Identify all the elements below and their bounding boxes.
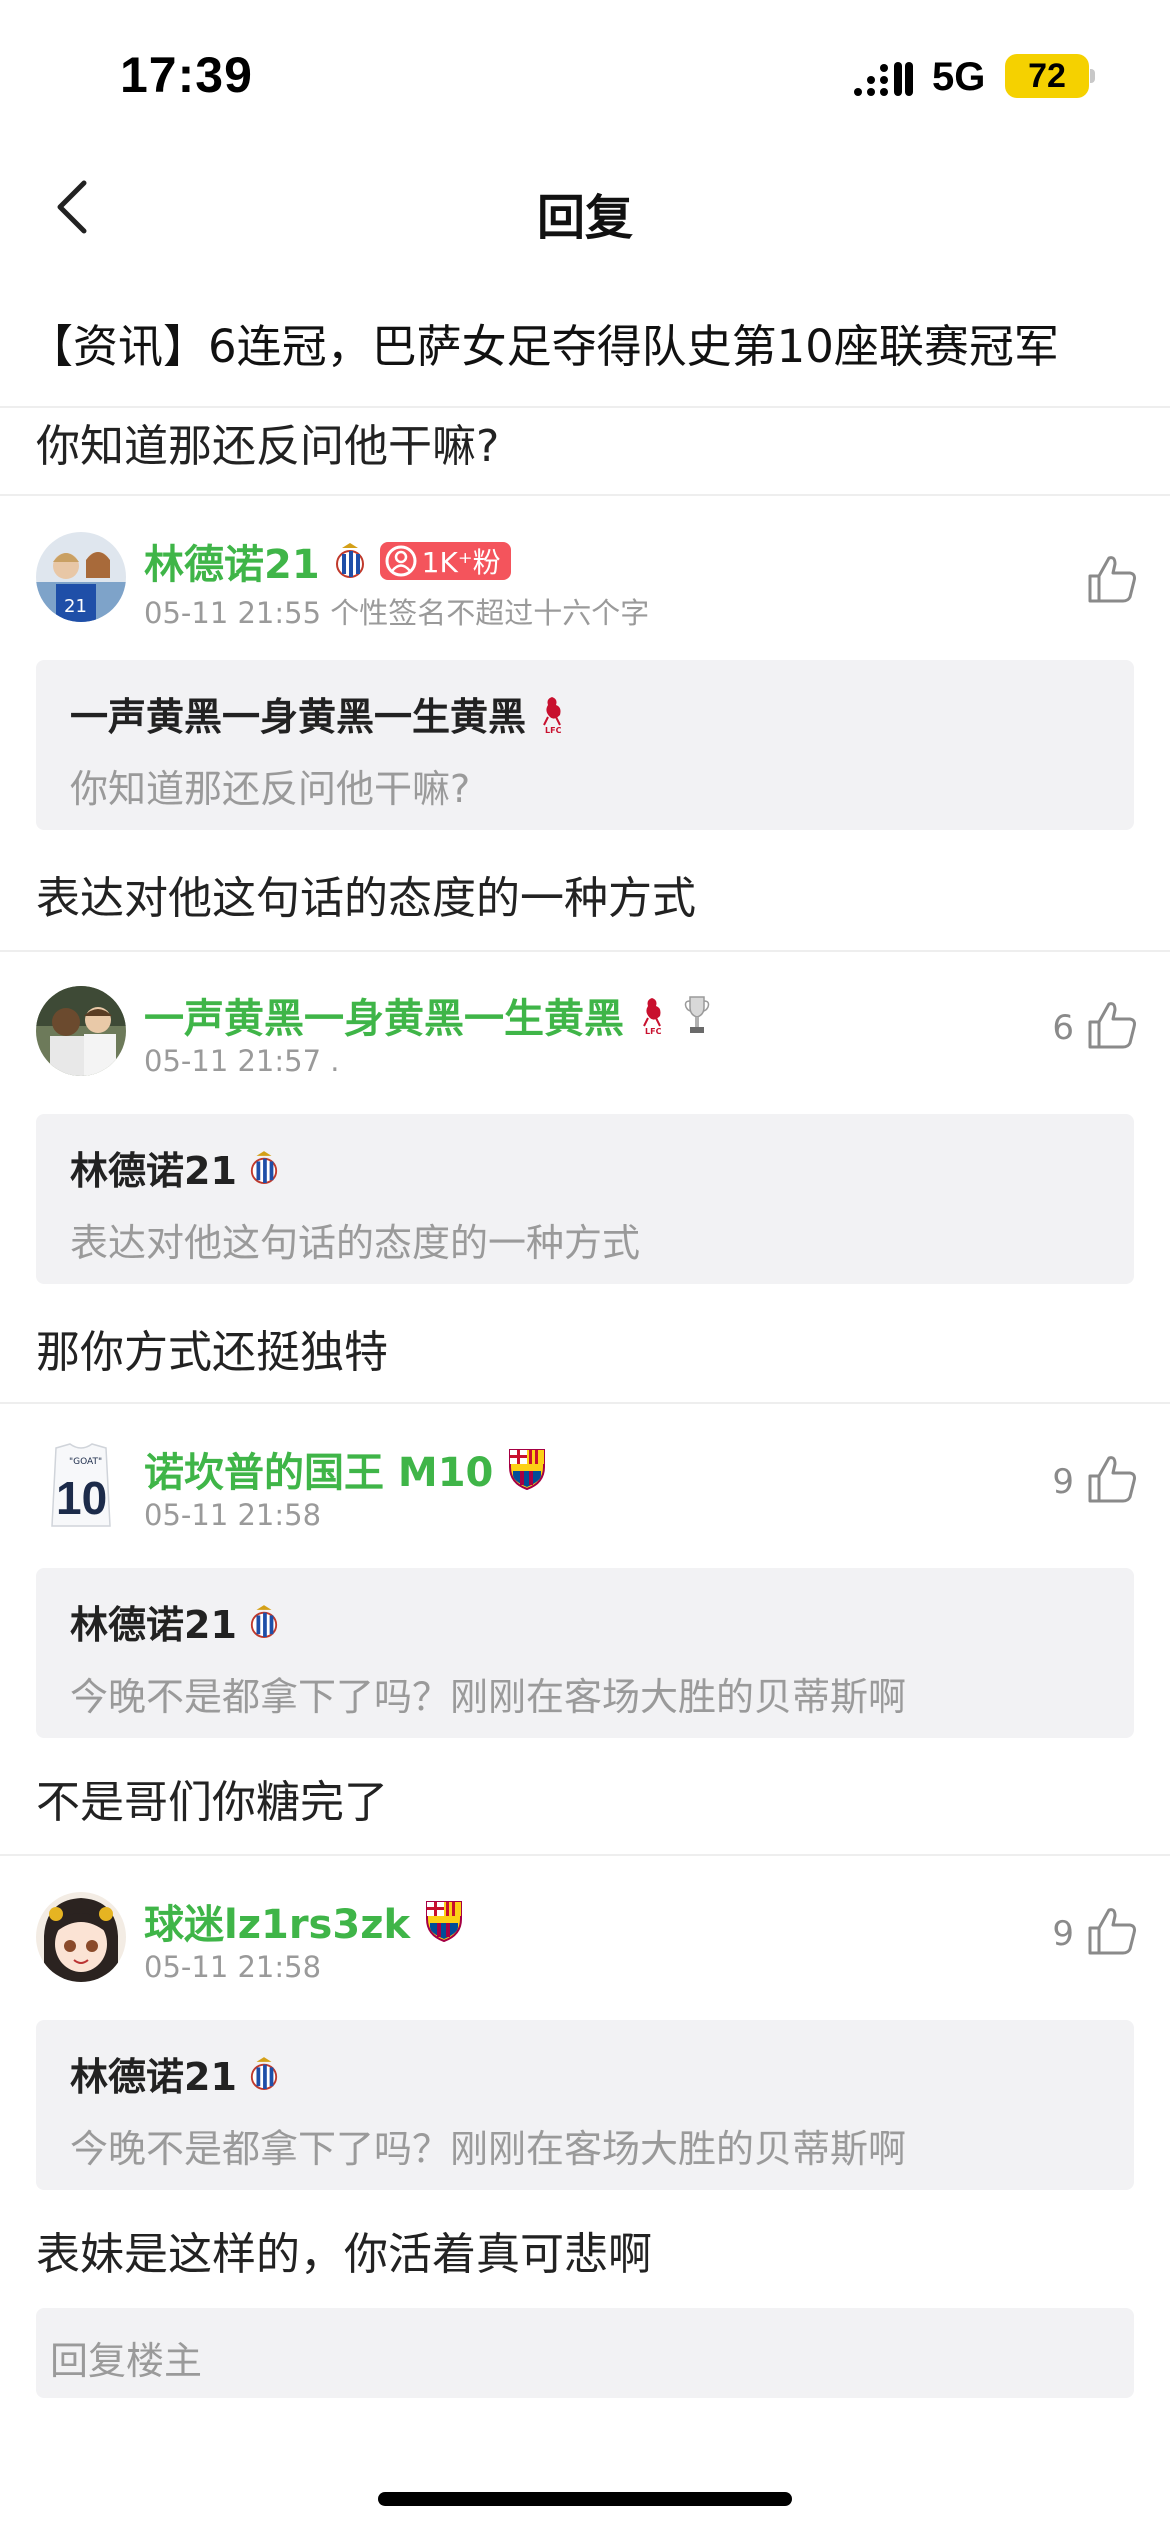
barcelona-crest-icon: [426, 1901, 463, 1943]
like-count: 9: [1052, 1462, 1074, 1502]
user-icon: [385, 545, 417, 577]
trophy-icon: [684, 996, 710, 1033]
comment-time: 05-11 21:58: [144, 1498, 322, 1532]
fans-badge: 1K⁺粉: [379, 542, 511, 580]
espanyol-crest-icon: [250, 1150, 278, 1184]
quoted-reply[interactable]: 林德诺21 今晚不是都拿下了吗？刚刚在客场大胜的贝蒂斯啊: [36, 2020, 1134, 2190]
divider: [0, 1402, 1170, 1404]
avatar[interactable]: [36, 1892, 126, 1982]
comment-username[interactable]: 诺坎普的国王 M10: [144, 1440, 547, 1498]
comment-time: 05-11 21:57: [144, 1044, 322, 1078]
status-time: 17:39: [120, 47, 253, 103]
quote-username: 林德诺21: [70, 2046, 279, 2101]
username-text: 林德诺21: [144, 542, 320, 588]
comment-meta: 05-11 21:57 .: [144, 1044, 340, 1078]
quote-text: 表达对他这句话的态度的一种方式: [70, 1221, 641, 1265]
comment-username[interactable]: 一声黄黑一身黄黑一生黄黑 LFC: [144, 986, 712, 1044]
svg-text:21: 21: [64, 596, 87, 617]
avatar-caption: "GOAT": [69, 1457, 102, 1467]
reply-text: 那你方式还挺独特: [36, 1327, 388, 1378]
reply-input[interactable]: 回复楼主: [36, 2308, 1134, 2398]
previous-reply-text: 你知道那还反问他干嘛?: [36, 421, 500, 472]
thumbs-up-icon[interactable]: [1085, 1452, 1139, 1506]
espanyol-crest-icon: [335, 543, 364, 578]
reply-text: 表达对他这句话的态度的一种方式: [36, 873, 696, 924]
svg-text:LFC: LFC: [545, 726, 562, 735]
reply-text: 不是哥们你糖完了: [36, 1777, 388, 1828]
barcelona-crest-icon: [509, 1449, 546, 1491]
quote-username: 一声黄黑一身黄黑一生黄黑 LFC: [70, 686, 568, 741]
comment-meta: 05-11 21:58: [144, 1498, 321, 1532]
quote-username-text: 一声黄黑一身黄黑一生黄黑: [70, 695, 527, 739]
comment-username[interactable]: 球迷lz1rs3zk: [144, 1892, 464, 1950]
avatar[interactable]: [36, 986, 126, 1076]
fans-count: 1K⁺粉: [421, 546, 501, 579]
like-count: 6: [1052, 1008, 1074, 1048]
svg-text:LFC: LFC: [645, 1027, 662, 1036]
comment-time: 05-11 21:55: [144, 596, 322, 630]
thread-title[interactable]: 【资讯】6连冠，巴萨女足夺得队史第10座联赛冠军: [28, 310, 1059, 375]
quote-text: 今晚不是都拿下了吗？刚刚在客场大胜的贝蒂斯啊: [70, 2127, 907, 2171]
comment-meta: 05-11 21:55 个性签名不超过十六个字: [144, 590, 649, 632]
espanyol-crest-icon: [250, 1604, 278, 1638]
comment-time: 05-11 21:58: [144, 1950, 322, 1984]
quote-text: 今晚不是都拿下了吗？刚刚在客场大胜的贝蒂斯啊: [70, 1675, 907, 1719]
signal-strength-icon: [854, 62, 913, 96]
username-text: 球迷lz1rs3zk: [144, 1902, 411, 1948]
divider: [0, 1854, 1170, 1856]
divider: [0, 406, 1170, 408]
liverpool-crest-icon: LFC: [543, 696, 562, 735]
avatar-number: 10: [56, 1472, 107, 1524]
comment-signature: 个性签名不超过十六个字: [330, 596, 650, 630]
page-title: 回复: [536, 190, 633, 246]
quote-username-text: 林德诺21: [70, 2055, 237, 2099]
comment-meta: 05-11 21:58: [144, 1950, 321, 1984]
battery-icon: 72: [1005, 54, 1089, 98]
divider: [0, 950, 1170, 952]
thumbs-up-icon[interactable]: [1085, 998, 1139, 1052]
divider: [0, 494, 1170, 496]
quote-username-text: 林德诺21: [70, 1149, 237, 1193]
quoted-reply[interactable]: 林德诺21 表达对他这句话的态度的一种方式: [36, 1114, 1134, 1284]
username-text: 一声黄黑一身黄黑一生黄黑: [144, 996, 624, 1042]
quoted-reply[interactable]: 林德诺21 今晚不是都拿下了吗？刚刚在客场大胜的贝蒂斯啊: [36, 1568, 1134, 1738]
battery-tip: [1090, 69, 1095, 83]
battery-level: 72: [1028, 56, 1066, 95]
thumbs-up-icon[interactable]: [1085, 552, 1139, 606]
espanyol-crest-icon: [250, 2056, 278, 2090]
home-indicator[interactable]: [378, 2492, 792, 2506]
quoted-reply[interactable]: 一声黄黑一身黄黑一生黄黑 LFC 你知道那还反问他干嘛?: [36, 660, 1134, 830]
thumbs-up-icon[interactable]: [1085, 1904, 1139, 1958]
quote-username-text: 林德诺21: [70, 1603, 237, 1647]
quote-text: 你知道那还反问他干嘛?: [70, 767, 471, 811]
quote-username: 林德诺21: [70, 1140, 279, 1195]
username-text: 诺坎普的国王 M10: [144, 1450, 494, 1496]
quote-username: 林德诺21: [70, 1594, 279, 1649]
like-count: 9: [1052, 1914, 1074, 1954]
liverpool-crest-icon: LFC: [643, 998, 662, 1036]
comment-signature: .: [330, 1044, 340, 1078]
avatar[interactable]: "GOAT" 10: [36, 1440, 126, 1530]
avatar[interactable]: 21: [36, 532, 126, 622]
network-type: 5G: [932, 55, 986, 99]
comment-username[interactable]: 林德诺21 1K⁺粉: [144, 532, 511, 590]
reply-text: 表妹是这样的，你活着真可悲啊: [36, 2229, 652, 2280]
status-bar: 17:39 5G 72: [0, 0, 1170, 150]
reply-placeholder: 回复楼主: [50, 2339, 203, 2383]
